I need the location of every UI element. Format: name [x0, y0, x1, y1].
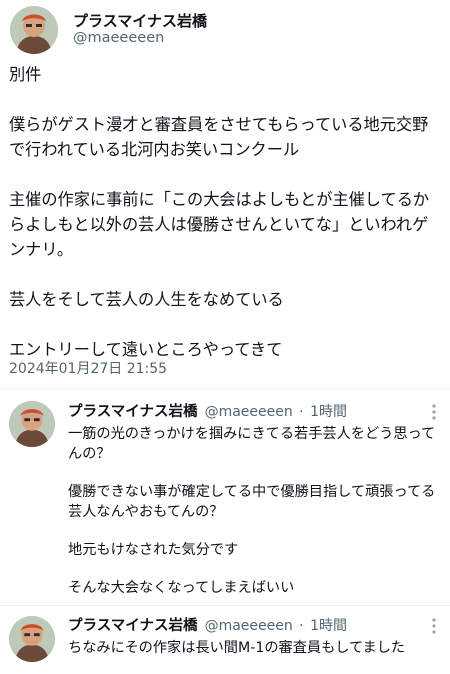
reply-paragraph: 優勝できない事が確定してる中で優勝目指して頑張ってる芸人なんやおもてんの？ — [68, 484, 436, 520]
separator-dot: · — [294, 618, 309, 634]
reply-tweet[interactable]: プラスマイナス岩橋 @maeeeeen · 1時間 一筋の光のきっかけを掴みにき… — [0, 400, 450, 600]
tweet-paragraph: 芸人をそして芸人の人生をなめている — [9, 290, 284, 309]
avatar[interactable] — [9, 616, 55, 662]
avatar[interactable] — [10, 6, 58, 54]
tweet-paragraph: 別件 — [9, 65, 42, 84]
reply-body: 一筋の光のきっかけを掴みにきてる若手芸人をどう思ってんの？ 優勝できない事が確定… — [68, 424, 443, 598]
reply-time[interactable]: 1時間 — [310, 618, 347, 634]
display-name[interactable]: プラスマイナス岩橋 — [68, 404, 197, 420]
tweet-paragraph: 僕らがゲスト漫才と審査員をさせてもらっている地元交野で行われている北河内お笑いコ… — [9, 115, 429, 159]
reply-paragraph: そんな大会なくなってしまえばいい — [68, 580, 295, 596]
divider — [0, 388, 450, 389]
handle[interactable]: @maeeeeen — [205, 404, 293, 420]
avatar[interactable] — [9, 401, 55, 447]
reply-paragraph: 一筋の光のきっかけを掴みにきてる若手芸人をどう思ってんの？ — [68, 426, 436, 462]
timestamp[interactable]: 2024年01月27日 21:55 — [9, 358, 167, 378]
handle[interactable]: @maeeeeen — [73, 30, 164, 46]
reply-body: ちなみにその作家は長い間M-1の審査員もしてました — [68, 638, 443, 658]
display-name[interactable]: プラスマイナス岩橋 — [73, 10, 207, 31]
more-vertical-icon[interactable] — [430, 616, 438, 636]
more-vertical-icon[interactable] — [430, 402, 438, 422]
reply-paragraph: 地元もけなされた気分です — [68, 542, 239, 558]
tweet-thread: プラスマイナス岩橋 @maeeeeen 別件 僕らがゲスト漫才と審査員をさせても… — [0, 0, 450, 674]
display-name[interactable]: プラスマイナス岩橋 — [68, 618, 197, 634]
reply-tweet[interactable]: プラスマイナス岩橋 @maeeeeen · 1時間 ちなみにその作家は長い間M-… — [0, 614, 450, 674]
divider — [0, 605, 450, 606]
handle[interactable]: @maeeeeen — [205, 618, 293, 634]
separator-dot: · — [294, 404, 309, 420]
main-tweet-header: プラスマイナス岩橋 @maeeeeen — [0, 0, 450, 60]
reply-header: プラスマイナス岩橋 @maeeeeen · 1時間 — [68, 400, 347, 422]
reply-time[interactable]: 1時間 — [310, 404, 347, 420]
tweet-paragraph: 主催の作家に事前に「この大会はよしもとが主催してるからよしもと以外の芸人は優勝さ… — [9, 190, 430, 259]
reply-header: プラスマイナス岩橋 @maeeeeen · 1時間 — [68, 614, 347, 636]
tweet-body: 別件 僕らがゲスト漫才と審査員をさせてもらっている地元交野で行われている北河内お… — [9, 62, 441, 362]
reply-paragraph: ちなみにその作家は長い間M-1の審査員もしてました — [68, 640, 406, 656]
